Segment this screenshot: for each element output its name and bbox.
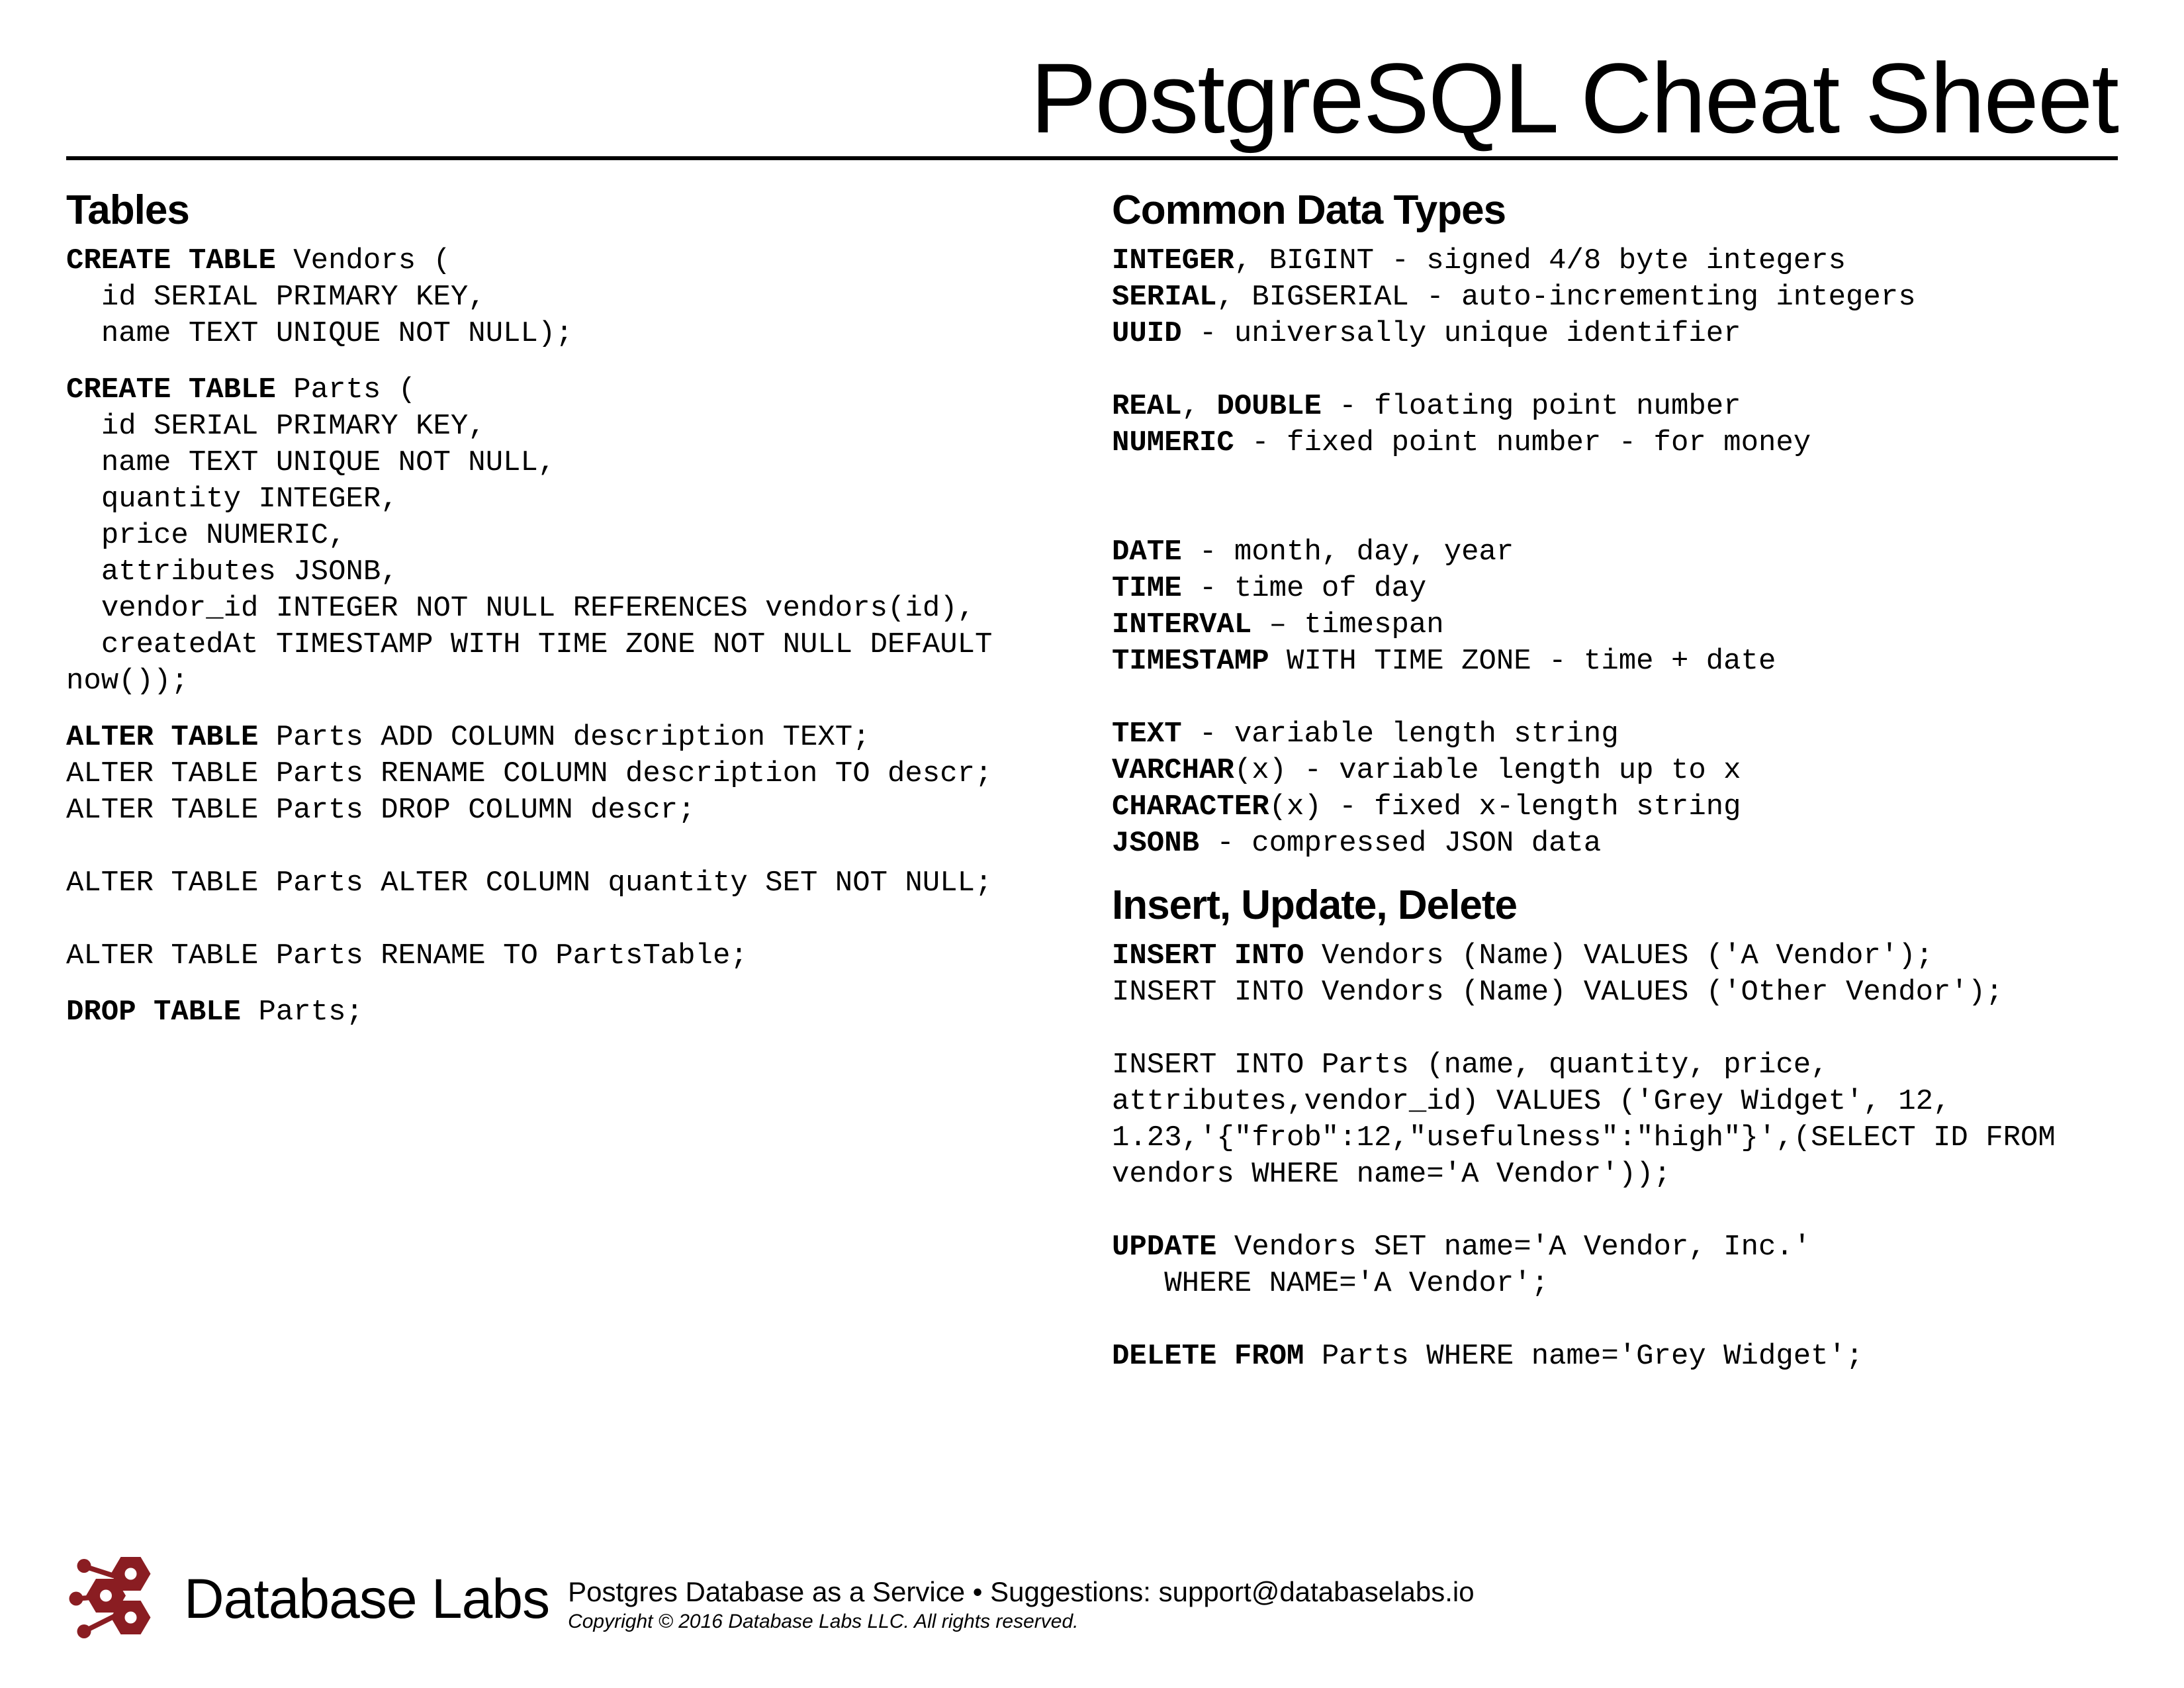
footer: Database Labs Postgres Database as a Ser… xyxy=(66,1549,2118,1648)
database-labs-logo-icon xyxy=(66,1549,165,1648)
code-iud: INSERT INTO Vendors (Name) VALUES ('A Ve… xyxy=(1112,938,2118,1375)
footer-tagline: Postgres Database as a Service • Suggest… xyxy=(568,1576,1474,1608)
right-column: Common Data Types INTEGER, BIGINT - sign… xyxy=(1112,187,2118,1395)
code-alter: ALTER TABLE Parts ADD COLUMN description… xyxy=(66,720,1072,974)
page-title: PostgreSQL Cheat Sheet xyxy=(66,46,2118,160)
code-create-vendors: CREATE TABLE Vendors ( id SERIAL PRIMARY… xyxy=(66,243,1072,352)
tables-heading: Tables xyxy=(66,187,1072,234)
footer-logo-text: Database Labs xyxy=(184,1567,549,1631)
code-drop: DROP TABLE Parts; xyxy=(66,994,1072,1031)
code-types: INTEGER, BIGINT - signed 4/8 byte intege… xyxy=(1112,243,2118,862)
code-create-parts: CREATE TABLE Parts ( id SERIAL PRIMARY K… xyxy=(66,372,1072,700)
types-heading: Common Data Types xyxy=(1112,187,2118,234)
iud-heading: Insert, Update, Delete xyxy=(1112,882,2118,929)
footer-text-block: Postgres Database as a Service • Suggest… xyxy=(568,1564,1474,1633)
columns: Tables CREATE TABLE Vendors ( id SERIAL … xyxy=(66,187,2118,1395)
left-column: Tables CREATE TABLE Vendors ( id SERIAL … xyxy=(66,187,1072,1395)
footer-copyright: Copyright © 2016 Database Labs LLC. All … xyxy=(568,1611,1474,1633)
page: PostgreSQL Cheat Sheet Tables CREATE TAB… xyxy=(0,0,2184,1688)
